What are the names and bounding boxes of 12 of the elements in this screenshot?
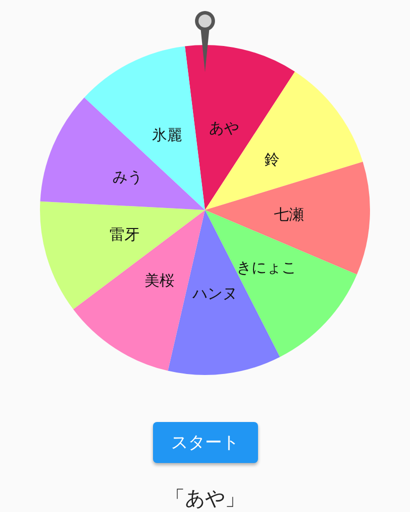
segment-label: ハンヌ [192,284,238,302]
segment-label: 美桜 [144,271,174,290]
segment-label: あや [208,119,239,138]
segment-label: みう [112,168,143,186]
result-text: 「あや」 [165,485,245,512]
start-button[interactable]: スタート [152,422,258,463]
segment-label: 氷麗 [152,126,182,144]
segment-label: 七瀬 [274,205,304,224]
segment-label: きにょこ [236,258,296,276]
segment-label: 鈴 [264,150,280,168]
segment-label: 雷牙 [110,226,140,244]
pointer-icon [195,11,215,72]
